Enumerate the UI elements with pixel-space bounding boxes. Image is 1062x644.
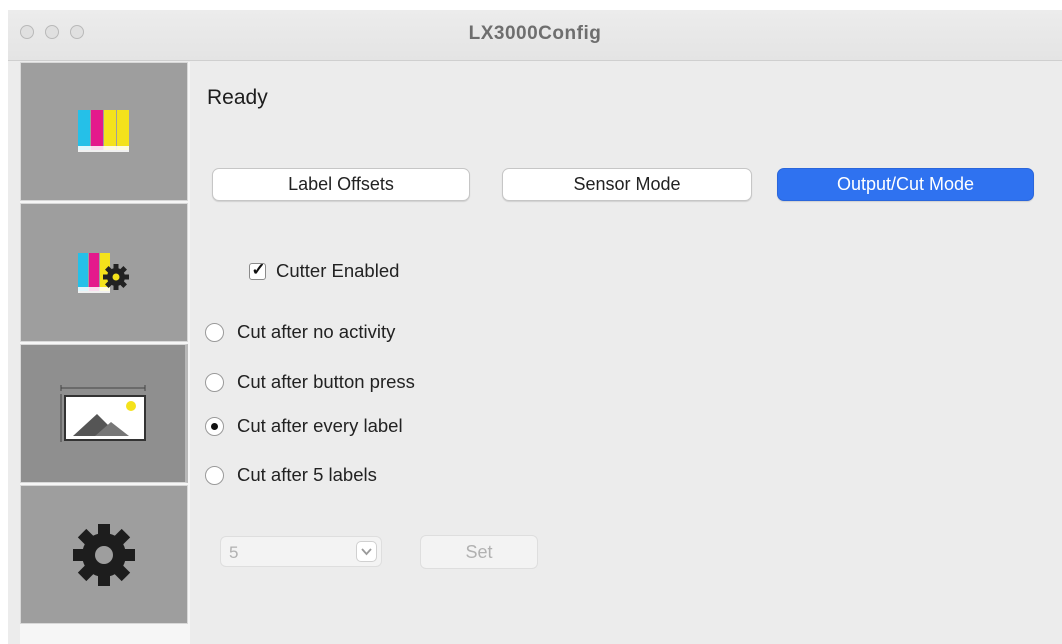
- cutter-enabled-label: Cutter Enabled: [276, 260, 400, 281]
- tab-sensor-mode[interactable]: Sensor Mode: [502, 168, 752, 201]
- ink-settings-icon: [78, 252, 129, 293]
- set-button[interactable]: Set: [420, 535, 538, 569]
- radio-button[interactable]: [205, 322, 224, 342]
- image-size-icon: [60, 384, 146, 442]
- radio-button[interactable]: [205, 372, 224, 392]
- title-bar: LX3000Config: [8, 10, 1062, 61]
- tab-output-cut-mode[interactable]: Output/Cut Mode: [777, 168, 1034, 201]
- sidebar-item-ink[interactable]: [20, 62, 188, 201]
- cutter-enabled-checkbox[interactable]: ✓: [249, 259, 266, 280]
- radio-cut-button-press[interactable]: Cut after button press: [205, 371, 415, 393]
- sidebar-item-ink-settings[interactable]: [20, 203, 188, 342]
- label-count-select[interactable]: 5: [220, 536, 382, 567]
- sidebar: [20, 62, 190, 644]
- radio-label: Cut after button press: [237, 371, 415, 392]
- radio-label: Cut after no activity: [237, 321, 396, 342]
- radio-label: Cut after every label: [237, 415, 403, 436]
- radio-cut-no-activity[interactable]: Cut after no activity: [205, 321, 395, 343]
- cutter-enabled-row[interactable]: ✓ Cutter Enabled: [249, 260, 399, 282]
- status-text: Ready: [207, 86, 268, 109]
- app-window: LX3000Config Ready Label Offsets Sensor …: [8, 10, 1062, 644]
- radio-label: Cut after 5 labels: [237, 464, 377, 485]
- ink-bars-icon: [78, 109, 129, 152]
- radio-cut-every-label[interactable]: Cut after every label: [205, 415, 403, 437]
- chevron-down-icon[interactable]: [356, 541, 377, 562]
- sidebar-item-image[interactable]: [20, 344, 188, 483]
- checkmark-icon: ✓: [251, 259, 266, 279]
- sidebar-item-settings[interactable]: [20, 485, 188, 624]
- tab-label-offsets[interactable]: Label Offsets: [212, 168, 470, 201]
- label-count-value: 5: [229, 543, 239, 562]
- window-title: LX3000Config: [468, 23, 602, 44]
- radio-cut-n-labels[interactable]: Cut after 5 labels: [205, 464, 377, 486]
- gear-icon: [73, 523, 135, 586]
- radio-selected-dot: [211, 422, 218, 430]
- radio-button[interactable]: [205, 465, 224, 485]
- radio-button[interactable]: [205, 416, 224, 436]
